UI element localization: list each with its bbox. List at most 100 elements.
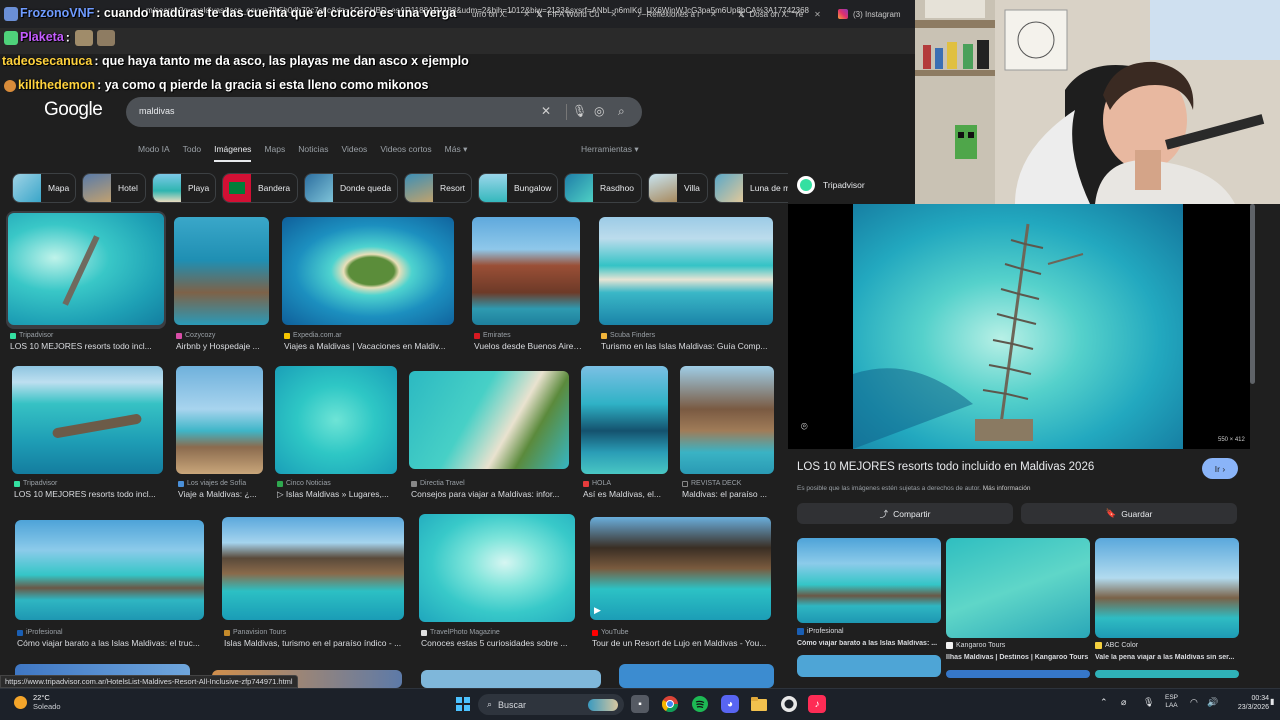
tab-imagenes[interactable]: Imágenes bbox=[214, 144, 252, 162]
microphone-icon[interactable]: 🎙 bbox=[572, 104, 587, 118]
result-source: Tripadvisor bbox=[10, 332, 53, 339]
chip-rasdhoo[interactable]: Rasdhoo bbox=[564, 173, 642, 203]
chip-label: Mapa bbox=[48, 183, 70, 193]
result-title: Así es Maldivas, el... bbox=[583, 489, 661, 499]
result-source: Directia Travel bbox=[411, 480, 465, 487]
result-title: Conoces estas 5 curiosidades sobre ... bbox=[421, 638, 568, 648]
share-icon: ⤴ bbox=[879, 508, 889, 519]
search-input[interactable]: maldivas bbox=[139, 106, 175, 116]
tab-videos-cortos[interactable]: Videos cortos bbox=[380, 144, 431, 162]
chip-villa[interactable]: Villa bbox=[648, 173, 708, 203]
chat-text: : cuando maduras te das cuenta que el cr… bbox=[96, 6, 457, 20]
notification-icon[interactable]: ▮ bbox=[1270, 697, 1274, 706]
result-thumbnail: ▶ bbox=[590, 517, 771, 620]
tools-button[interactable]: Herramientas ▾ bbox=[581, 144, 639, 155]
abc-color-icon bbox=[1095, 642, 1102, 649]
chip-label: Hotel bbox=[118, 183, 138, 193]
microphone-icon[interactable]: 🎙 bbox=[1143, 697, 1154, 708]
related-source: iProfesional bbox=[797, 628, 844, 635]
chip-resort[interactable]: Resort bbox=[404, 173, 472, 203]
chip-bandera[interactable]: Bandera bbox=[222, 173, 298, 203]
tab-modo-ia[interactable]: Modo IA bbox=[138, 144, 170, 162]
tab-mas[interactable]: Más ▾ bbox=[445, 144, 468, 162]
chip-label: Bungalow bbox=[514, 183, 552, 193]
discord-icon[interactable]: ◕ bbox=[721, 695, 739, 713]
chat-username: killthedemon bbox=[18, 78, 96, 92]
tripadvisor-icon bbox=[797, 176, 815, 194]
chip-luna-de-miel[interactable]: Luna de m bbox=[714, 173, 788, 203]
panel-scrollbar[interactable] bbox=[1250, 204, 1255, 384]
visit-button[interactable]: Ir › bbox=[1202, 458, 1238, 479]
chat-message: Plaketa: bbox=[2, 30, 117, 46]
chip-thumbnail bbox=[405, 174, 433, 202]
result-title: LOS 10 MEJORES resorts todo incl... bbox=[14, 489, 156, 499]
language-indicator[interactable]: ESP LAA bbox=[1165, 694, 1178, 710]
chip-hotel[interactable]: Hotel bbox=[82, 173, 146, 203]
more-info-link[interactable]: Más información bbox=[983, 485, 1031, 492]
result-source: HOLA bbox=[583, 480, 611, 487]
wifi-icon[interactable]: ◠ bbox=[1190, 697, 1198, 708]
chip-playa[interactable]: Playa bbox=[152, 173, 216, 203]
preview-title[interactable]: LOS 10 MEJORES resorts todo incluido en … bbox=[797, 461, 1094, 473]
chip-label: Villa bbox=[684, 183, 700, 193]
bookmark-icon: 🔖 bbox=[1105, 508, 1117, 518]
result-source: Cinco Noticias bbox=[277, 480, 331, 487]
volume-icon[interactable]: 🔊 bbox=[1207, 697, 1218, 708]
tray-chevron-icon[interactable]: ⌃ bbox=[1100, 697, 1108, 708]
cozycozy-icon bbox=[176, 332, 182, 339]
related-thumbnail bbox=[1095, 538, 1239, 638]
preview-source[interactable]: Tripadvisor bbox=[797, 176, 865, 194]
tab-videos[interactable]: Videos bbox=[341, 144, 367, 162]
related-thumbnail bbox=[946, 538, 1090, 638]
taskbar-search[interactable]: ⌕ Buscar bbox=[478, 694, 624, 715]
tab-todo[interactable]: Todo bbox=[183, 144, 201, 162]
search-nav-tabs: Modo IA Todo Imágenes Maps Noticias Vide… bbox=[138, 144, 467, 162]
chip-mapa[interactable]: Mapa bbox=[12, 173, 76, 203]
result-thumbnail bbox=[581, 366, 668, 474]
github-icon[interactable] bbox=[780, 695, 798, 713]
chat-badge-icon bbox=[4, 79, 16, 92]
chip-bungalow[interactable]: Bungalow bbox=[478, 173, 558, 203]
chip-donde-queda[interactable]: Donde queda bbox=[304, 173, 398, 203]
result-thumbnail bbox=[421, 670, 601, 688]
chat-text: : que haya tanto me da asco, las playas … bbox=[94, 54, 469, 68]
chip-label: Bandera bbox=[258, 183, 291, 193]
result-thumbnail bbox=[222, 517, 404, 620]
expedia-icon bbox=[284, 332, 290, 339]
google-logo[interactable]: Google bbox=[44, 99, 103, 121]
search-box[interactable]: maldivas ✕ 🎙 ◎ ⌕ bbox=[126, 97, 642, 127]
start-icon[interactable] bbox=[454, 695, 472, 713]
result-source: iProfesional bbox=[17, 629, 63, 636]
result-source: Los viajes de Sofía bbox=[178, 480, 246, 487]
address-bar[interactable] bbox=[0, 28, 915, 54]
weather-widget[interactable]: 22°C Soleado bbox=[14, 693, 61, 711]
tab-noticias[interactable]: Noticias bbox=[298, 144, 328, 162]
result-source: Panavision Tours bbox=[224, 629, 286, 636]
chat-username: Plaketa bbox=[20, 30, 64, 45]
preview-image[interactable] bbox=[853, 204, 1183, 449]
youtube-icon bbox=[592, 629, 598, 636]
share-button[interactable]: ⤴ Compartir bbox=[797, 503, 1013, 524]
directia-icon bbox=[411, 480, 417, 487]
cat-emote-icon bbox=[75, 30, 94, 46]
network-off-icon[interactable]: ⌀ bbox=[1121, 697, 1126, 708]
tab-maps[interactable]: Maps bbox=[264, 144, 285, 162]
spotify-icon[interactable] bbox=[691, 695, 709, 713]
file-explorer-icon[interactable] bbox=[750, 695, 768, 713]
result-thumbnail bbox=[275, 366, 397, 474]
result-title: Viajes a Maldivas | Vacaciones en Maldiv… bbox=[284, 341, 446, 351]
task-view-icon[interactable]: ▪ bbox=[631, 695, 649, 713]
tiktok-icon[interactable]: ♪ bbox=[808, 695, 826, 713]
sofia-icon bbox=[178, 480, 184, 487]
search-icon[interactable]: ⌕ bbox=[618, 104, 625, 119]
chat-badge-icon bbox=[4, 6, 18, 21]
related-thumbnail bbox=[797, 655, 941, 677]
related-thumbnail bbox=[946, 670, 1090, 678]
clear-icon[interactable]: ✕ bbox=[541, 104, 551, 118]
taskbar-clock[interactable]: 00:34 23/3/2026 bbox=[1227, 694, 1269, 712]
save-button[interactable]: 🔖 Guardar bbox=[1021, 503, 1237, 524]
chip-label: Resort bbox=[440, 183, 466, 193]
visual-search-icon[interactable]: ⌾ bbox=[801, 421, 808, 434]
chrome-icon[interactable] bbox=[661, 695, 679, 713]
lens-icon[interactable]: ◎ bbox=[594, 104, 604, 118]
